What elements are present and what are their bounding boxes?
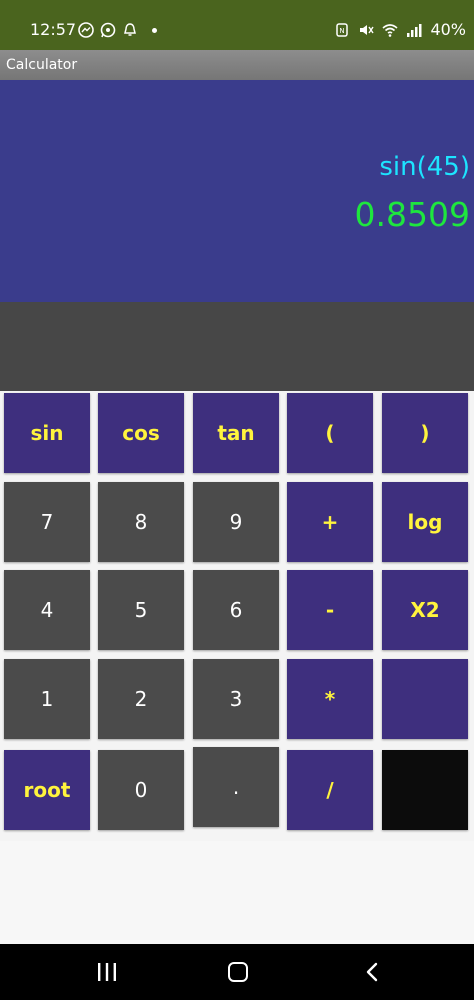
open-paren-button[interactable]: ( [287,393,373,473]
status-notification-icons [78,20,157,40]
decimal-point-button[interactable]: . [193,747,279,827]
status-bar: 12:57 N 40% [0,0,474,50]
divide-button[interactable]: / [287,750,373,830]
multiply-button[interactable]: * [287,659,373,739]
close-paren-button[interactable]: ) [382,393,468,473]
digit-2-button[interactable]: 2 [98,659,184,739]
digit-0-button[interactable]: 0 [98,750,184,830]
more-notifications-dot [152,27,157,33]
mute-icon [360,25,375,35]
app-title: Calculator [6,57,78,73]
keypad: sin cos tan ( ) 7 8 9 + log 4 5 6 - X2 1… [0,391,474,841]
log-button[interactable]: log [382,482,468,562]
recent-apps-icon[interactable] [96,962,118,982]
tan-button[interactable]: tan [193,393,279,473]
blank-purple-button[interactable] [382,659,468,739]
blank-black-button[interactable] [382,750,468,830]
nfc-icon: N [336,23,349,37]
minus-button[interactable]: - [287,570,373,650]
whatsapp-icon [100,22,116,38]
digit-9-button[interactable]: 9 [193,482,279,562]
cos-button[interactable]: cos [98,393,184,473]
display-divider-band [0,302,474,391]
square-button[interactable]: X2 [382,570,468,650]
messenger-icon [78,22,94,38]
home-icon[interactable] [228,962,248,982]
wifi-icon [382,24,398,37]
svg-text:N: N [340,27,345,35]
battery-percent: 40% [430,20,466,39]
status-system-icons: N 40% [334,20,466,40]
plus-button[interactable]: + [287,482,373,562]
navigation-bar [0,944,474,1000]
digit-7-button[interactable]: 7 [4,482,90,562]
back-icon[interactable] [364,962,380,982]
digit-1-button[interactable]: 1 [4,659,90,739]
app-bar: Calculator [0,50,474,80]
digit-8-button[interactable]: 8 [98,482,184,562]
status-time: 12:57 [30,20,77,39]
root-button[interactable]: root [4,750,90,830]
digit-6-button[interactable]: 6 [193,570,279,650]
notification-icon [124,23,136,36]
digit-5-button[interactable]: 5 [98,570,184,650]
digit-4-button[interactable]: 4 [4,570,90,650]
sin-button[interactable]: sin [4,393,90,473]
result-text: 0.8509 [354,195,470,234]
signal-icon [407,24,422,37]
expression-text: sin(45) [379,152,470,182]
digit-3-button[interactable]: 3 [193,659,279,739]
calculator-display: sin(45) 0.8509 [0,80,474,302]
